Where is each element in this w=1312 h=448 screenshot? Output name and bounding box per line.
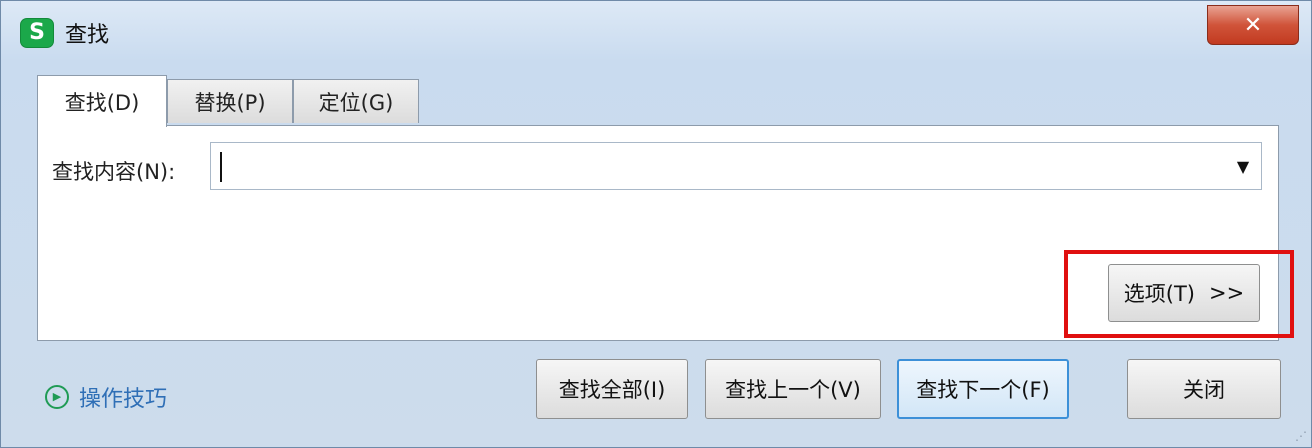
find-content-label: 查找内容(N): [52, 160, 176, 184]
title-bar[interactable]: S 查找 ✕ [1, 1, 1311, 63]
find-all-label: 查找全部(I) [558, 378, 666, 402]
operation-tips-link[interactable]: ▶ 操作技巧 [45, 381, 167, 413]
close-button-label: 关闭 [1183, 378, 1225, 402]
find-dialog: S 查找 ✕ 查找(D) 替换(P) 定位(G) 查找内容(N): ▼ 选项(T… [0, 0, 1312, 448]
window-title: 查找 [65, 23, 110, 48]
play-circle-icon: ▶ [45, 385, 69, 409]
resize-grip-icon[interactable]: ⋰ [1295, 429, 1307, 443]
window-close-button[interactable]: ✕ [1207, 5, 1299, 45]
find-next-label: 查找下一个(F) [916, 378, 1050, 402]
app-logo-icon: S [21, 19, 53, 47]
text-caret [220, 152, 222, 182]
tab-replace-label: 替换(P) [194, 90, 266, 115]
tab-goto[interactable]: 定位(G) [293, 79, 419, 123]
chevron-down-icon[interactable]: ▼ [1233, 157, 1253, 177]
tab-find[interactable]: 查找(D) [37, 75, 167, 127]
tab-find-label: 查找(D) [64, 90, 140, 115]
tab-goto-label: 定位(G) [318, 90, 394, 115]
close-button[interactable]: 关闭 [1127, 359, 1281, 419]
close-icon: ✕ [1243, 12, 1263, 38]
operation-tips-label: 操作技巧 [79, 387, 168, 412]
find-content-input[interactable]: ▼ [210, 142, 1262, 190]
find-previous-button[interactable]: 查找上一个(V) [705, 359, 881, 419]
find-all-button[interactable]: 查找全部(I) [536, 359, 688, 419]
find-previous-label: 查找上一个(V) [725, 378, 861, 402]
highlight-box [1064, 250, 1294, 338]
tab-replace[interactable]: 替换(P) [167, 79, 293, 123]
find-next-button[interactable]: 查找下一个(F) [897, 359, 1069, 419]
